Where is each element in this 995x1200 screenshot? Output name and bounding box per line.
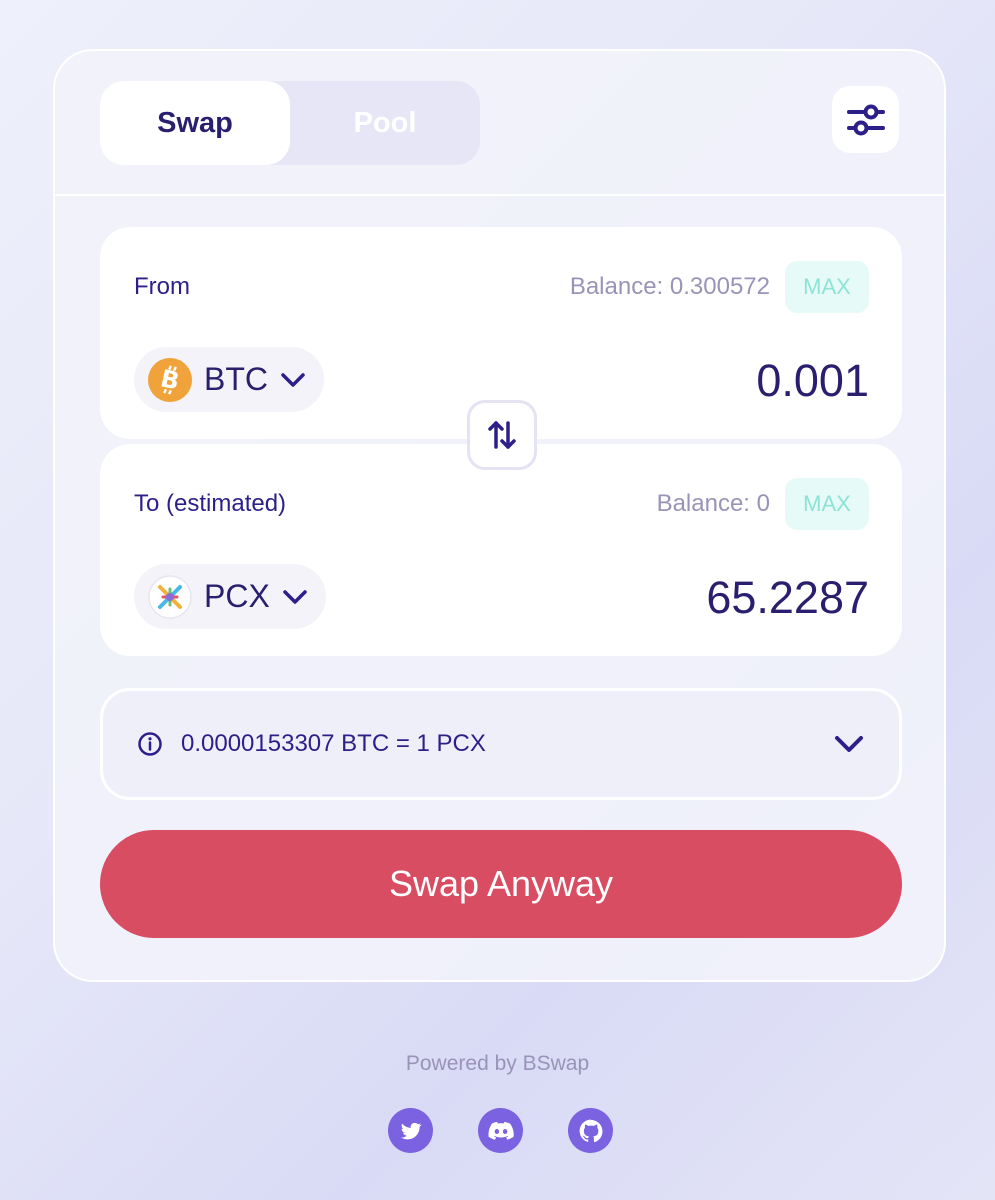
chevron-down-icon (281, 372, 305, 387)
to-max-button[interactable]: MAX (785, 478, 869, 530)
to-label: To (estimated) (134, 490, 287, 517)
card-header: Swap Pool (55, 51, 944, 196)
to-panel: To (estimated) Balance: 0 MAX PCX (100, 444, 902, 656)
tab-switcher: Swap Pool (100, 81, 480, 165)
chevron-down-icon (283, 589, 307, 604)
settings-button[interactable] (832, 86, 899, 153)
chevron-down-icon (835, 736, 863, 752)
bitcoin-icon: B (148, 357, 192, 402)
discord-link[interactable] (478, 1108, 523, 1153)
from-token-name: BTC (204, 361, 268, 397)
social-links (388, 1108, 613, 1153)
twitter-link[interactable] (388, 1108, 433, 1153)
to-amount-input[interactable] (469, 572, 869, 624)
pcx-icon (148, 574, 192, 619)
info-icon (138, 732, 162, 756)
sliders-icon (846, 104, 885, 135)
github-link[interactable] (568, 1108, 613, 1153)
powered-by-text: Powered by BSwap (405, 1052, 590, 1075)
to-token-select[interactable]: PCX (134, 564, 326, 629)
discord-icon (488, 1121, 514, 1140)
twitter-icon (400, 1122, 422, 1139)
swap-arrows-icon (488, 421, 516, 449)
from-balance: Balance: 0.300572 (569, 273, 770, 300)
from-label: From (134, 273, 190, 300)
switch-tokens-button[interactable] (467, 400, 537, 470)
to-balance: Balance: 0 (656, 490, 770, 517)
tab-pool[interactable]: Pool (290, 81, 480, 165)
github-icon (579, 1119, 602, 1142)
to-token-name: PCX (204, 578, 270, 614)
tab-swap[interactable]: Swap (100, 81, 290, 165)
exchange-rate: 0.0000153307 BTC = 1 PCX (181, 730, 486, 757)
from-amount-input[interactable] (469, 355, 869, 407)
rate-details-toggle[interactable]: 0.0000153307 BTC = 1 PCX (100, 688, 902, 800)
from-token-select[interactable]: B BTC (134, 347, 324, 412)
swap-card: Swap Pool From Balance: 0.300572 MAX B B… (53, 49, 946, 982)
from-max-button[interactable]: MAX (785, 261, 869, 313)
swap-anyway-button[interactable]: Swap Anyway (100, 830, 902, 938)
